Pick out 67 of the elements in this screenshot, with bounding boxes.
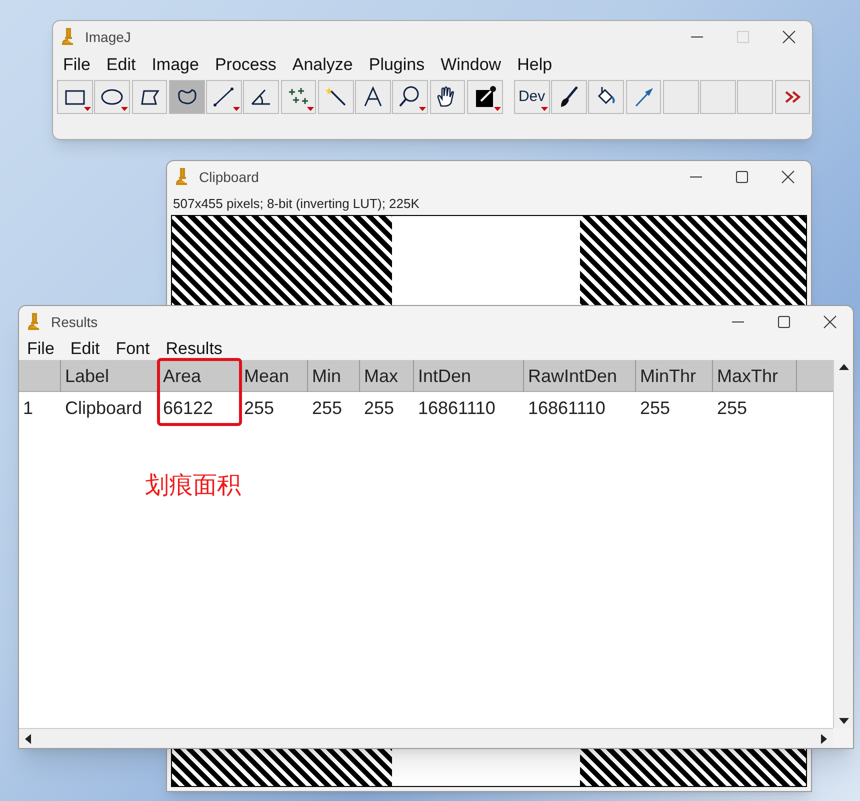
dropdown-triangle-icon <box>121 107 128 111</box>
line-icon <box>212 85 236 109</box>
tool-button[interactable] <box>94 80 130 114</box>
column-header[interactable]: Mean <box>240 360 308 392</box>
menu-item[interactable]: Process <box>206 52 284 78</box>
scroll-left-icon[interactable] <box>25 734 31 744</box>
menu-item[interactable]: Image <box>144 52 207 78</box>
menu-item[interactable]: Results <box>158 336 230 362</box>
tool-button[interactable] <box>280 80 316 114</box>
menu-item[interactable]: Font <box>108 336 158 362</box>
tool-button[interactable] <box>318 80 354 114</box>
tool-button[interactable] <box>132 80 168 114</box>
table-cell-text: 255 <box>639 396 672 420</box>
dropdown-triangle-icon <box>84 107 91 111</box>
window-title: ImageJ <box>85 28 132 47</box>
column-header[interactable]: Label <box>61 360 159 392</box>
column-header[interactable]: RawIntDen <box>524 360 636 392</box>
menu-item[interactable]: Edit <box>62 336 108 362</box>
table-cell-text: 255 <box>363 396 396 420</box>
dropdown-triangle-icon <box>232 107 240 111</box>
table-cell-text: Clipboard <box>64 396 144 420</box>
menu-item[interactable]: Edit <box>98 52 144 78</box>
table-cell-text: 16861110 <box>417 396 496 420</box>
annotation-text: 划痕面积 <box>145 471 241 501</box>
menu-item[interactable]: File <box>19 336 62 362</box>
menu-item[interactable]: File <box>55 52 98 78</box>
window-title: Clipboard <box>199 168 260 187</box>
table-cell-text: 255 <box>716 396 748 420</box>
table-cell-text: 16861110 <box>527 396 606 420</box>
column-header[interactable]: MinThr <box>636 360 713 392</box>
tool-button[interactable] <box>551 80 587 114</box>
scroll-right-icon[interactable] <box>821 734 827 744</box>
scroll-down-icon[interactable] <box>838 718 848 724</box>
column-header[interactable]: MaxThr <box>713 360 797 392</box>
horizontal-scrollbar[interactable] <box>19 728 833 748</box>
tool-button[interactable] <box>392 80 428 114</box>
table-cell-text: 255 <box>243 396 276 420</box>
menu-item[interactable]: Plugins <box>360 52 433 78</box>
dropdown-triangle-icon <box>540 107 548 111</box>
column-header[interactable]: Min <box>308 360 360 392</box>
microscope-icon <box>27 313 41 331</box>
scroll-up-icon[interactable] <box>838 364 848 370</box>
tool-button[interactable] <box>430 80 466 114</box>
tool-button[interactable]: Dev <box>514 80 550 114</box>
menu-item[interactable]: Help <box>509 52 560 78</box>
dropdown-triangle-icon <box>419 107 426 111</box>
tool-button[interactable] <box>243 80 279 114</box>
microscope-icon <box>61 28 75 46</box>
column-header[interactable]: Max <box>360 360 414 392</box>
table-cell-text: 255 <box>311 396 344 420</box>
tool-button[interactable] <box>57 80 93 114</box>
column-header[interactable]: IntDen <box>414 360 524 392</box>
tool-button[interactable] <box>355 80 391 114</box>
microscope-icon <box>175 168 189 186</box>
table-cell-text: 1 <box>22 396 34 420</box>
tool-button[interactable] <box>206 80 242 114</box>
tool-button[interactable] <box>588 80 624 114</box>
window-title: Results <box>51 312 99 332</box>
tool-button[interactable] <box>466 80 502 114</box>
column-header[interactable]: Area <box>159 360 240 392</box>
dropdown-triangle-icon <box>307 107 314 111</box>
dropdown-triangle-icon <box>494 107 500 111</box>
tool-button[interactable] <box>168 80 204 114</box>
menu-item[interactable]: Window <box>432 52 510 78</box>
table-cell-text: 66122 <box>162 396 214 420</box>
menu-item[interactable]: Analyze <box>284 52 361 78</box>
image-info: 507x455 pixels; 8-bit (inverting LUT); 225K <box>172 195 420 213</box>
